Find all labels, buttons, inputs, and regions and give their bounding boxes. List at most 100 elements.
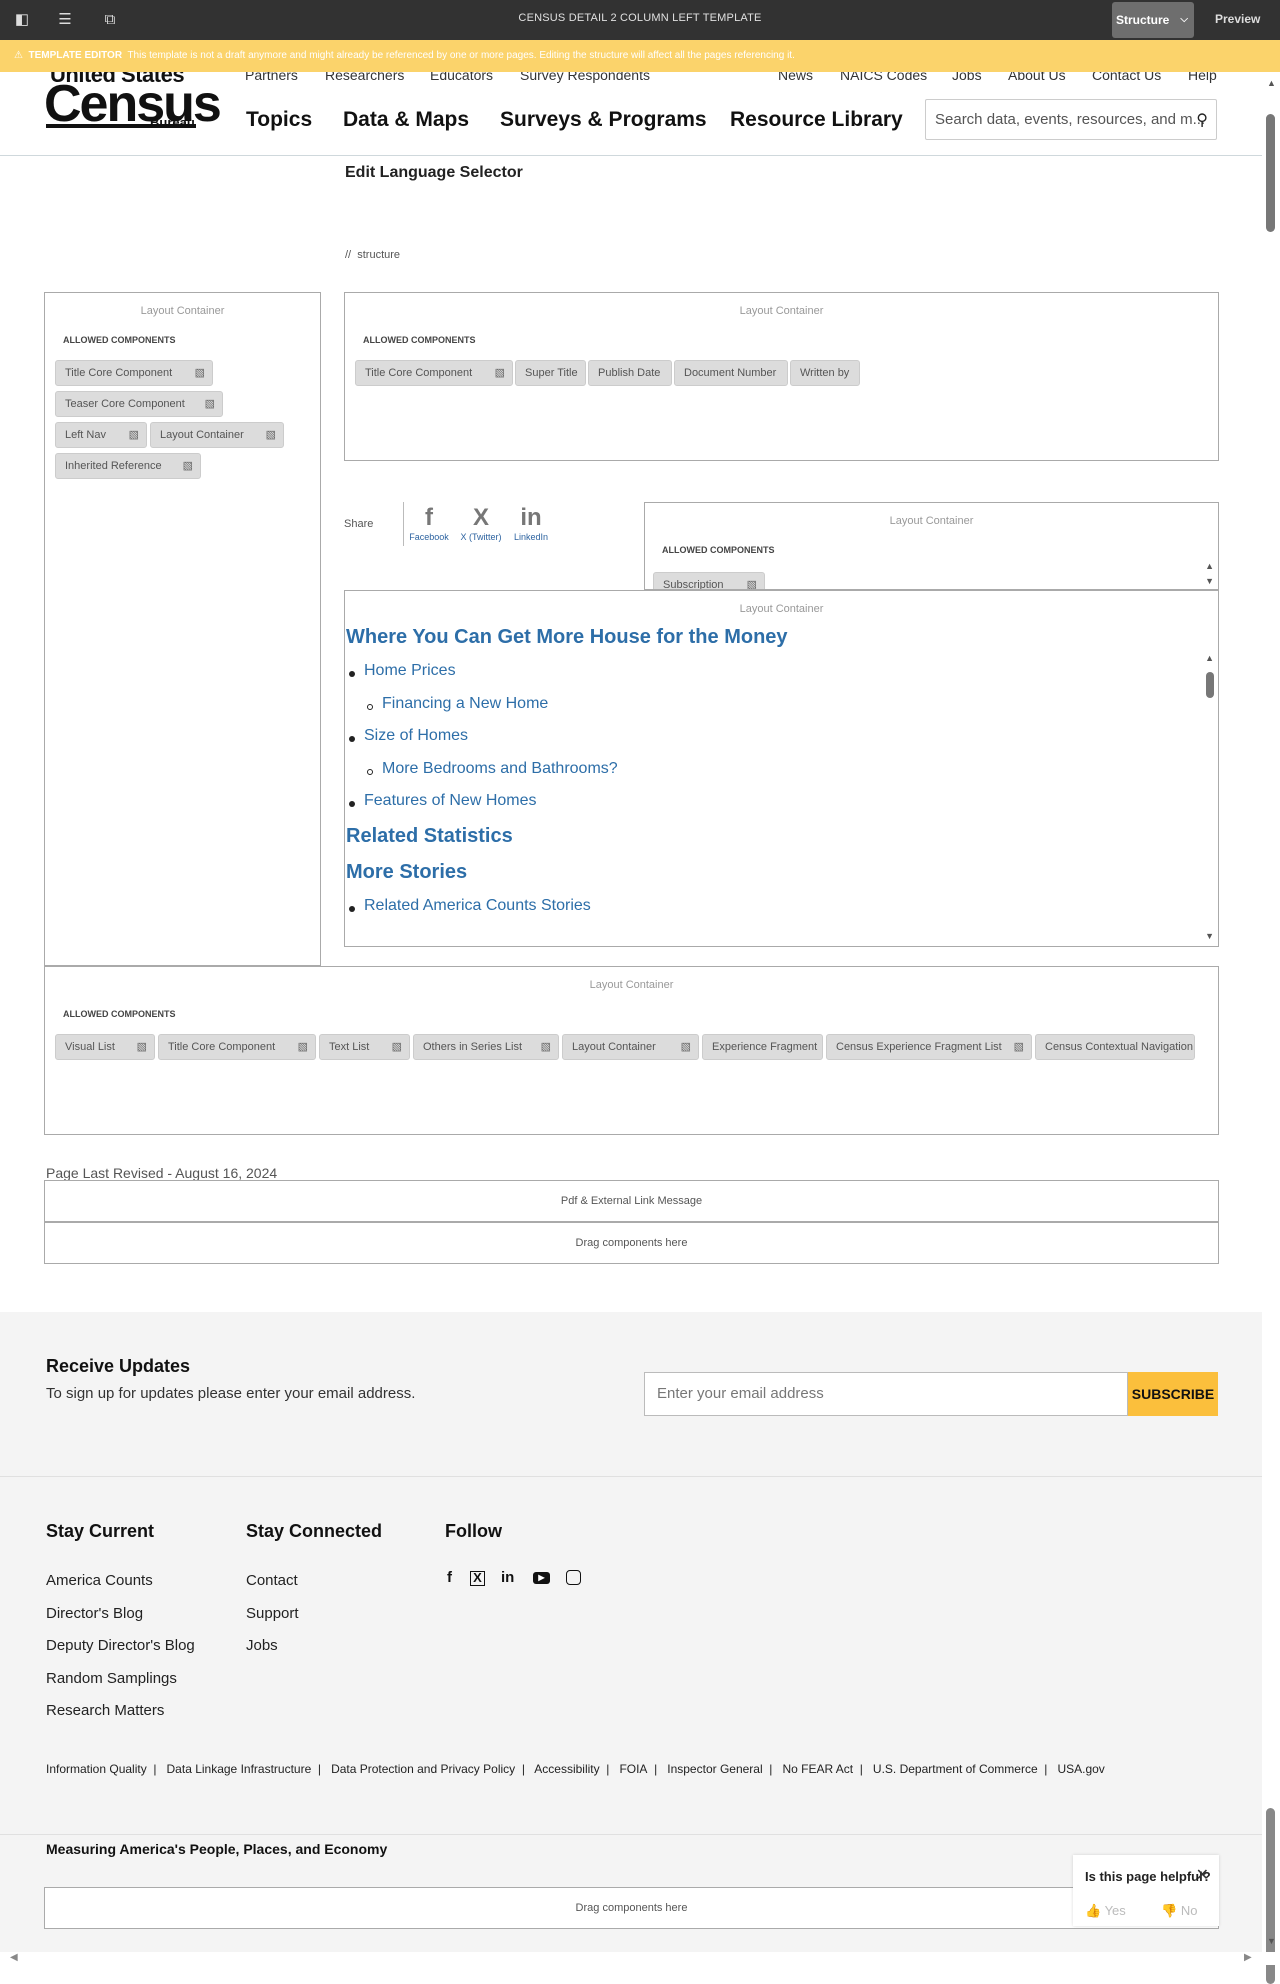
nav-topics[interactable]: Topics: [246, 108, 312, 132]
legal-link[interactable]: U.S. Department of Commerce: [873, 1762, 1038, 1776]
component-chip[interactable]: Layout Container ▧: [562, 1034, 699, 1060]
component-chip[interactable]: Census Experience Fragment List ▧: [826, 1034, 1032, 1060]
drag-components-dropzone[interactable]: Drag components here: [44, 1887, 1219, 1929]
share-facebook[interactable]: f Facebook: [408, 504, 450, 542]
drag-components-dropzone[interactable]: Drag components here: [44, 1222, 1219, 1264]
util-link-news[interactable]: News: [778, 72, 813, 83]
email-field[interactable]: Enter your email address: [644, 1372, 1128, 1416]
yes-label: Yes: [1104, 1903, 1126, 1918]
util-link-partners[interactable]: Partners: [245, 72, 298, 83]
util-link-about[interactable]: About Us: [1008, 72, 1066, 83]
component-chip[interactable]: Super Title: [515, 360, 586, 386]
component-chip[interactable]: Publish Date: [588, 360, 672, 386]
footer-link[interactable]: Support: [246, 1605, 299, 1622]
x-icon[interactable]: X: [470, 1571, 485, 1586]
scroll-up-arrow-icon[interactable]: ▲: [1267, 78, 1276, 88]
component-chip[interactable]: Text List ▧: [319, 1034, 410, 1060]
top-right-layout-container[interactable]: Layout Container ALLOWED COMPONENTS Titl…: [344, 292, 1219, 461]
footer-link[interactable]: Deputy Director's Blog: [46, 1637, 195, 1654]
component-chip[interactable]: Subscription ▧: [653, 572, 765, 589]
footer-link[interactable]: Research Matters: [46, 1702, 164, 1719]
component-chip[interactable]: Inherited Reference ▧: [55, 453, 201, 479]
scroll-left-arrow-icon[interactable]: ◀: [10, 1952, 18, 1963]
footer-link[interactable]: America Counts: [46, 1572, 153, 1589]
footer-link[interactable]: Contact: [246, 1572, 298, 1589]
breadcrumb-structure[interactable]: structure: [357, 249, 400, 261]
component-chip[interactable]: Title Core Component ▧: [55, 360, 213, 386]
helpful-no-button[interactable]: 👎 No: [1161, 1903, 1197, 1919]
nav-resource-library[interactable]: Resource Library: [730, 108, 903, 132]
subscribe-button[interactable]: SUBSCRIBE: [1128, 1372, 1218, 1416]
toc-link[interactable]: Home Prices: [364, 662, 456, 680]
legal-link[interactable]: FOIA: [619, 1762, 647, 1776]
page-vertical-scrollbar[interactable]: ▲ ▼: [1262, 72, 1280, 1984]
bottom-layout-container[interactable]: Layout Container ALLOWED COMPONENTS Visu…: [44, 966, 1219, 1135]
footer-link[interactable]: Jobs: [246, 1637, 278, 1654]
footer-link[interactable]: Random Samplings: [46, 1670, 177, 1687]
util-link-researchers[interactable]: Researchers: [325, 72, 404, 83]
close-icon[interactable]: ✕: [1196, 1865, 1209, 1885]
component-chip[interactable]: Title Core Component ▧: [158, 1034, 316, 1060]
component-chip[interactable]: Teaser Core Component ▧: [55, 391, 223, 417]
share-x-twitter[interactable]: XX (Twitter): [456, 504, 506, 542]
site-search-input[interactable]: Search data, events, resources, and m...…: [925, 99, 1217, 140]
page-horizontal-scrollbar[interactable]: ◀ ▶: [0, 1952, 1280, 1965]
scroll-down-arrow-icon[interactable]: ▼: [1205, 931, 1214, 941]
preview-button[interactable]: Preview: [1215, 12, 1260, 26]
component-chip[interactable]: Left Nav ▧: [55, 422, 147, 448]
legal-link[interactable]: USA.gov: [1057, 1762, 1104, 1776]
component-chip[interactable]: Layout Container ▧: [150, 422, 284, 448]
chip-label: Teaser Core Component: [65, 398, 185, 410]
legal-link[interactable]: No FEAR Act: [782, 1762, 853, 1776]
legal-link[interactable]: Information Quality: [46, 1762, 147, 1776]
component-chip[interactable]: Written by: [790, 360, 860, 386]
component-chip[interactable]: Census Contextual Navigation: [1035, 1034, 1195, 1060]
component-chip[interactable]: Visual List ▧: [55, 1034, 155, 1060]
scroll-down-arrow-icon[interactable]: ▼: [1205, 576, 1214, 586]
legal-link[interactable]: Data Protection and Privacy Policy: [331, 1762, 515, 1776]
util-link-jobs[interactable]: Jobs: [952, 72, 982, 83]
util-link-educators[interactable]: Educators: [430, 72, 493, 83]
util-link-survey-respondents[interactable]: Survey Respondents: [520, 72, 650, 83]
inner-scroll-thumb[interactable]: [1206, 672, 1214, 698]
toc-link[interactable]: Related America Counts Stories: [364, 897, 591, 915]
component-chip[interactable]: Others in Series List ▧: [413, 1034, 559, 1060]
toc-heading[interactable]: More Stories: [346, 861, 467, 884]
youtube-icon[interactable]: ▶: [533, 1572, 550, 1584]
util-link-contact[interactable]: Contact Us: [1092, 72, 1161, 83]
toc-heading[interactable]: Related Statistics: [346, 825, 513, 848]
legal-link[interactable]: Accessibility: [534, 1762, 599, 1776]
instagram-icon[interactable]: [566, 1570, 581, 1585]
legal-link[interactable]: Inspector General: [667, 1762, 762, 1776]
component-chip[interactable]: Experience Fragment: [702, 1034, 823, 1060]
pdf-external-link-message[interactable]: Pdf & External Link Message: [44, 1180, 1219, 1222]
util-link-naics[interactable]: NAICS Codes: [840, 72, 927, 83]
scroll-up-arrow-icon[interactable]: ▲: [1205, 653, 1214, 663]
share-linkedin[interactable]: in LinkedIn: [510, 504, 552, 542]
helpful-yes-button[interactable]: 👍 Yes: [1085, 1903, 1126, 1919]
legal-link[interactable]: Data Linkage Infrastructure: [167, 1762, 312, 1776]
toc-link[interactable]: Size of Homes: [364, 727, 468, 745]
subscription-layout-container[interactable]: Layout Container ALLOWED COMPONENTS Subs…: [644, 502, 1219, 590]
facebook-icon[interactable]: f: [447, 1569, 452, 1586]
nav-data-maps[interactable]: Data & Maps: [343, 108, 469, 132]
toc-link[interactable]: Financing a New Home: [382, 695, 548, 713]
toc-link[interactable]: Features of New Homes: [364, 792, 537, 810]
linkedin-icon[interactable]: in: [501, 1569, 514, 1586]
chip-label: Publish Date: [598, 367, 661, 379]
component-chip[interactable]: Title Core Component ▧: [355, 360, 513, 386]
component-chip[interactable]: Document Number: [674, 360, 788, 386]
edit-language-selector[interactable]: Edit Language Selector: [345, 164, 523, 182]
mode-selector[interactable]: Structure ⌵: [1112, 2, 1194, 38]
nav-surveys-programs[interactable]: Surveys & Programs: [500, 108, 707, 132]
util-link-help[interactable]: Help: [1188, 72, 1217, 83]
scroll-up-arrow-icon[interactable]: ▲: [1205, 561, 1214, 571]
search-icon[interactable]: ⚲: [1196, 110, 1208, 130]
left-layout-container[interactable]: Layout Container ALLOWED COMPONENTS Titl…: [44, 292, 321, 966]
footer-link[interactable]: Director's Blog: [46, 1605, 143, 1622]
toc-heading[interactable]: Where You Can Get More House for the Mon…: [346, 626, 788, 649]
scroll-right-arrow-icon[interactable]: ▶: [1244, 1952, 1252, 1963]
scrollbar-thumb[interactable]: [1266, 114, 1275, 232]
toc-link[interactable]: More Bedrooms and Bathrooms?: [382, 760, 618, 778]
scroll-down-arrow-icon[interactable]: ▼: [1267, 1936, 1276, 1946]
